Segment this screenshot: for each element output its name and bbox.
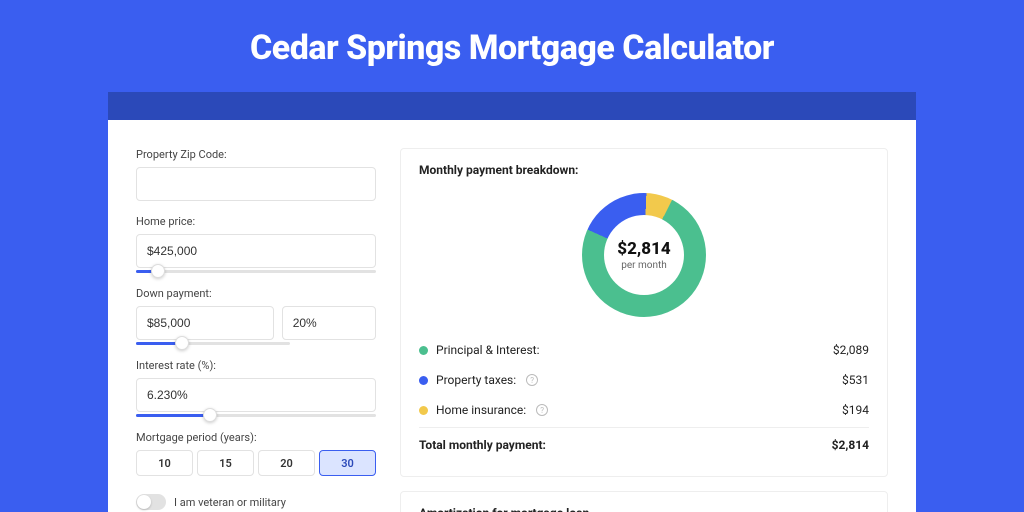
line-label: Principal & Interest: <box>436 343 540 357</box>
line-value: $2,089 <box>833 343 869 357</box>
donut-center: $2,814 per month <box>604 215 684 295</box>
home-price-field: Home price: <box>136 215 376 273</box>
info-icon[interactable]: ? <box>526 374 538 386</box>
veteran-toggle[interactable] <box>136 494 166 510</box>
period-option-30[interactable]: 30 <box>319 450 376 476</box>
dot-icon <box>419 406 428 415</box>
line-taxes: Property taxes: ? $531 <box>419 365 869 395</box>
donut-sub: per month <box>621 260 667 271</box>
inputs-column: Property Zip Code: Home price: Down paym… <box>136 148 376 512</box>
veteran-label: I am veteran or military <box>174 496 286 509</box>
amortization-panel: Amortization for mortgage loan Amortizat… <box>400 491 888 512</box>
zip-input[interactable] <box>136 167 376 201</box>
breakdown-panel: Monthly payment breakdown: $2,814 per mo… <box>400 148 888 477</box>
line-insurance: Home insurance: ? $194 <box>419 395 869 425</box>
period-options: 10 15 20 30 <box>136 450 376 476</box>
down-payment-pct-input[interactable] <box>282 306 376 340</box>
amortization-title: Amortization for mortgage loan <box>419 506 869 512</box>
zip-field: Property Zip Code: <box>136 148 376 201</box>
slider-thumb-icon[interactable] <box>175 336 189 350</box>
home-price-label: Home price: <box>136 215 376 228</box>
period-option-15[interactable]: 15 <box>197 450 254 476</box>
dot-icon <box>419 376 428 385</box>
line-value: $194 <box>842 403 869 417</box>
down-payment-label: Down payment: <box>136 287 376 300</box>
interest-slider[interactable] <box>136 414 376 417</box>
results-column: Monthly payment breakdown: $2,814 per mo… <box>400 148 888 512</box>
interest-input[interactable] <box>136 378 376 412</box>
home-price-input[interactable] <box>136 234 376 268</box>
line-principal: Principal & Interest: $2,089 <box>419 335 869 365</box>
breakdown-title: Monthly payment breakdown: <box>419 163 869 177</box>
home-price-slider[interactable] <box>136 270 376 273</box>
dot-icon <box>419 346 428 355</box>
line-label: Home insurance: <box>436 403 526 417</box>
down-payment-field: Down payment: <box>136 287 376 345</box>
slider-thumb-icon[interactable] <box>203 408 217 422</box>
donut-chart: $2,814 per month <box>582 193 706 317</box>
interest-label: Interest rate (%): <box>136 359 376 372</box>
period-option-10[interactable]: 10 <box>136 450 193 476</box>
interest-field: Interest rate (%): <box>136 359 376 417</box>
period-label: Mortgage period (years): <box>136 431 376 444</box>
down-payment-slider[interactable] <box>136 342 290 345</box>
page-title: Cedar Springs Mortgage Calculator <box>0 0 1024 92</box>
donut-chart-wrap: $2,814 per month <box>419 187 869 335</box>
line-total: Total monthly payment: $2,814 <box>419 427 869 460</box>
line-label: Property taxes: <box>436 373 516 387</box>
slider-thumb-icon[interactable] <box>151 264 165 278</box>
total-label: Total monthly payment: <box>419 438 546 452</box>
donut-value: $2,814 <box>617 239 670 259</box>
down-payment-amount-input[interactable] <box>136 306 274 340</box>
veteran-toggle-row: I am veteran or military <box>136 494 376 510</box>
period-field: Mortgage period (years): 10 15 20 30 <box>136 431 376 476</box>
calculator-card: Property Zip Code: Home price: Down paym… <box>108 120 916 512</box>
period-option-20[interactable]: 20 <box>258 450 315 476</box>
header-band <box>108 92 916 120</box>
info-icon[interactable]: ? <box>536 404 548 416</box>
total-value: $2,814 <box>832 438 869 452</box>
line-value: $531 <box>842 373 869 387</box>
toggle-knob-icon <box>137 495 151 509</box>
zip-label: Property Zip Code: <box>136 148 376 161</box>
